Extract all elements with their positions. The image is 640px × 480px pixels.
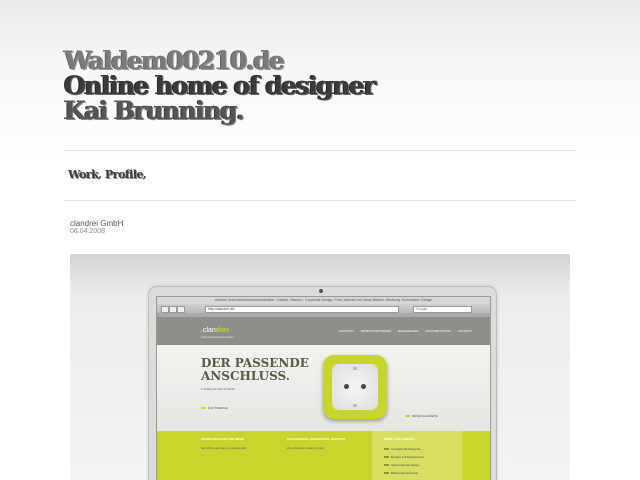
browser-window-title: clandrei Unternehmenskommunikation - Kas… bbox=[157, 297, 490, 304]
nav-work-link[interactable]: Work bbox=[68, 168, 99, 181]
hero-copy: 6 JAHRE AUF DER SCHIENE bbox=[201, 388, 235, 391]
list-item: Konzeption Webdesign Ne... bbox=[384, 447, 444, 452]
site-title-tagline: Online home of designer bbox=[64, 71, 376, 100]
nav-profile-link[interactable]: Profile bbox=[105, 168, 144, 181]
nav-divider bbox=[64, 200, 576, 201]
nav-separator: , bbox=[98, 168, 102, 181]
laptop-screen: clandrei Unternehmenskommunikation - Kas… bbox=[156, 296, 491, 480]
entry-date: 06.04.2008 bbox=[70, 228, 106, 235]
clandrei-header: .clandrei Unternehmenskommunikation LEIS… bbox=[157, 317, 490, 345]
clandrei-content: KOMMUNIKATION UND MEHR Seit 2002 ist das… bbox=[157, 431, 490, 480]
entry-title[interactable]: clandrei GmbH bbox=[70, 219, 123, 228]
reload-icon bbox=[177, 306, 185, 313]
column-heading: STRATEGISCH, EINZIGARTIG, EFFEKTIV bbox=[287, 437, 346, 441]
power-socket-icon bbox=[323, 355, 387, 419]
header-divider bbox=[64, 150, 576, 151]
clandrei-tagline: Unternehmenskommunikation bbox=[201, 336, 235, 339]
browser-toolbar: http://clandrei.de/ Google bbox=[157, 304, 490, 313]
list-item: Beispiele im Prüfungsbereich... bbox=[384, 455, 444, 460]
site-title-name: Kai Brunning. bbox=[64, 96, 245, 125]
column-text: Was wir machen, machen wir gut. bbox=[287, 447, 325, 450]
site-title[interactable]: Waldem00210.de Online home of designer K… bbox=[64, 48, 584, 123]
menu-item: OBJEKTSTRATEGIEN bbox=[360, 329, 392, 333]
menu-item: KONTAKT bbox=[458, 329, 472, 333]
hero-link-2: REIHEFOLGENREIHE bbox=[405, 415, 438, 418]
site-title-domain[interactable]: Waldem00210.de bbox=[64, 48, 584, 73]
hero-link: ZUR HOMEPAGE bbox=[201, 407, 228, 410]
work-column: WORK UND KUNDEN Konzeption Webdesign Ne.… bbox=[372, 431, 462, 480]
forward-icon bbox=[169, 306, 177, 313]
nav-separator-2: , bbox=[142, 168, 147, 181]
laptop-frame: clandrei Unternehmenskommunikation - Kas… bbox=[148, 286, 497, 480]
clandrei-menu: LEISTUNG OBJEKTSTRATEGIEN REFERENZEN DOK… bbox=[333, 329, 472, 333]
clandrei-logo: .clandrei bbox=[201, 327, 229, 334]
list-item: Kassel Corporate Design... bbox=[384, 463, 444, 468]
column-text: Seit 2002 ist das Team von clandrei akti… bbox=[201, 447, 247, 450]
list-item: Bildkonzepte Kommunik... bbox=[384, 471, 444, 476]
menu-item: DOKUMENTATION bbox=[425, 329, 452, 333]
back-icon bbox=[161, 306, 169, 313]
column-heading: WORK UND KUNDEN bbox=[384, 437, 415, 441]
column-heading: KOMMUNIKATION UND MEHR bbox=[201, 437, 244, 441]
browser-search-field: Google bbox=[413, 306, 472, 313]
main-nav: Work, Profile, bbox=[68, 168, 147, 181]
menu-item: LEISTUNG bbox=[338, 329, 354, 333]
hero-headline: DER PASSENDE ANSCHLUSS. bbox=[201, 356, 309, 383]
camera-icon bbox=[319, 289, 323, 293]
menu-item: REFERENZEN bbox=[398, 329, 419, 333]
address-bar: http://clandrei.de/ bbox=[205, 306, 399, 313]
project-screenshot[interactable]: clandrei Unternehmenskommunikation - Kas… bbox=[70, 254, 570, 480]
